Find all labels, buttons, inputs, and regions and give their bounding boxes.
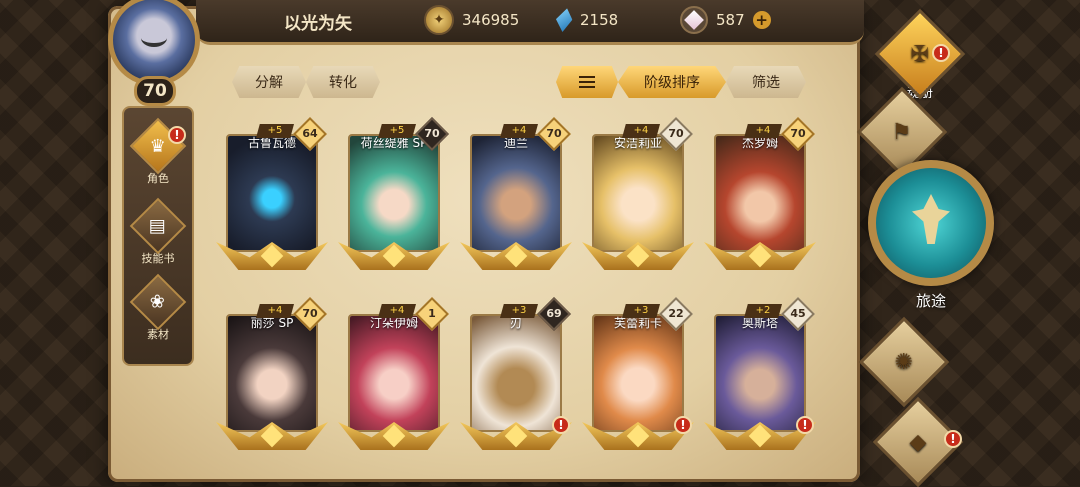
skillbook-icon: ▤	[129, 197, 187, 255]
sort-order-button[interactable]	[556, 66, 618, 98]
star-badge: +3	[622, 304, 660, 318]
star-badge: +4	[500, 124, 538, 138]
blue-gem-icon	[553, 6, 575, 33]
journey-label: 旅途	[915, 292, 946, 310]
star-badge: +4	[744, 124, 782, 138]
alert-icon: !	[944, 430, 962, 448]
portrait	[716, 136, 804, 250]
player-level: 70	[134, 76, 176, 106]
portrait	[350, 316, 438, 430]
portrait	[594, 136, 682, 250]
star-badge: +3	[500, 304, 538, 318]
journey-emblem-icon	[912, 194, 950, 244]
left-menu: ♛ 角色 ! ▤ 技能书 ❀ 素材	[122, 106, 194, 366]
soul-book-button[interactable]: ✠ 魂册	[872, 8, 968, 101]
alert-icon: !	[168, 126, 186, 144]
star-badge: +5	[256, 124, 294, 138]
portrait	[350, 136, 438, 250]
gold-amount: 346985	[462, 11, 520, 29]
gem-amount: 2158	[580, 11, 619, 29]
sort-icon	[579, 76, 595, 88]
character-card[interactable]: +4 1 汀朵伊姆	[338, 297, 450, 452]
character-card[interactable]: +4 70 安洁莉亚	[582, 117, 694, 272]
star-badge: +4	[622, 124, 660, 138]
portrait	[228, 136, 316, 250]
alert-icon: !	[552, 416, 570, 434]
star-badge: +2	[744, 304, 782, 318]
character-card[interactable]: +4 70 杰罗姆	[704, 117, 816, 272]
portrait	[228, 316, 316, 430]
character-card[interactable]: +4 70 迪兰	[460, 117, 572, 272]
portrait	[472, 136, 560, 250]
journey-button[interactable]: 旅途	[868, 160, 994, 310]
crystal-amount: 587	[716, 11, 745, 29]
menu-skillbook[interactable]: ▤ 技能书	[124, 197, 192, 266]
menu-material[interactable]: ❀ 素材	[124, 273, 192, 342]
material-icon: ❀	[129, 273, 187, 331]
gold-resource: ✦ 346985	[424, 5, 520, 35]
portrait	[594, 316, 682, 430]
crystal-icon	[680, 6, 708, 34]
star-badge: +5	[378, 124, 416, 138]
avatar[interactable]	[108, 0, 200, 86]
guild-button[interactable]: ⚑ 公会	[854, 86, 950, 178]
gem-resource: 2158	[556, 6, 618, 34]
star-badge: +4	[378, 304, 416, 318]
character-card[interactable]: +5 64 古鲁瓦德	[216, 117, 328, 272]
crystal-resource: 587 +	[680, 6, 771, 34]
portrait	[472, 316, 560, 430]
character-card[interactable]: +5 70 荷丝缇雅 SP	[338, 117, 450, 272]
character-card[interactable]: +3 69 刃 !	[460, 297, 572, 452]
sort-by-tier-button[interactable]: 阶级排序	[618, 66, 726, 98]
filter-button[interactable]: 筛选	[726, 66, 806, 98]
alert-icon: !	[674, 416, 692, 434]
character-card[interactable]: +4 70 丽莎 SP	[216, 297, 328, 452]
decompose-button[interactable]: 分解	[232, 66, 306, 98]
player-name: 以光为矢	[284, 14, 352, 34]
endow-soul-button[interactable]: ✺ 赋魂	[856, 316, 952, 408]
alert-icon: !	[932, 44, 950, 62]
convert-button[interactable]: 转化	[306, 66, 380, 98]
add-crystal-button[interactable]: +	[752, 11, 771, 29]
character-card[interactable]: +2 45 奥斯塔 !	[704, 297, 816, 452]
portrait	[716, 316, 804, 430]
gold-coin-icon: ✦	[424, 5, 454, 35]
character-card[interactable]: +3 22 芙蕾莉卡 !	[582, 297, 694, 452]
player-avatar-frame[interactable]: 70	[92, 0, 220, 108]
star-badge: +4	[256, 304, 294, 318]
alert-icon: !	[796, 416, 814, 434]
